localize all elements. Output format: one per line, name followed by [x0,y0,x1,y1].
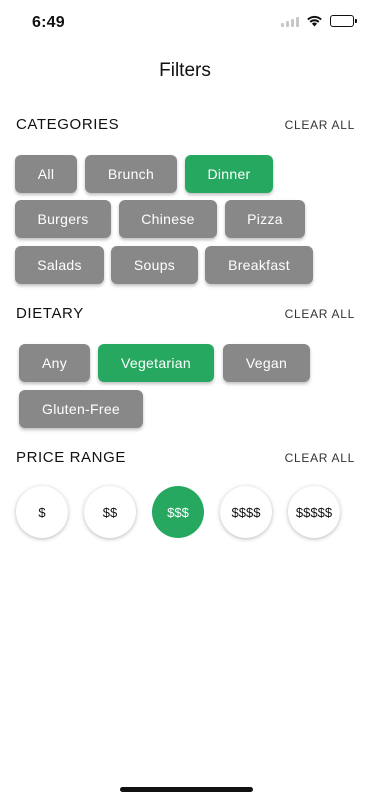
battery-icon [330,15,357,27]
price-option-3[interactable]: $$$ [152,486,204,538]
category-chip-burgers[interactable]: Burgers [15,200,111,238]
price-range-title: PRICE RANGE [16,449,126,466]
page-title: Filters [159,60,211,81]
category-chip-all[interactable]: All [15,155,77,193]
price-range-clear-all-button[interactable]: CLEAR ALL [285,451,355,465]
status-bar: 6:49 [0,0,370,46]
category-chip-soups[interactable]: Soups [111,246,198,284]
cellular-signal-icon [281,16,299,27]
status-time: 6:49 [32,14,65,31]
dietary-chip-any[interactable]: Any [19,344,90,382]
categories-clear-all-button[interactable]: CLEAR ALL [285,118,355,132]
dietary-chip-vegan[interactable]: Vegan [223,344,310,382]
status-icons [281,15,357,27]
price-option-2[interactable]: $$ [84,486,136,538]
price-range-header: PRICE RANGE CLEAR ALL [16,449,355,466]
category-chip-chinese[interactable]: Chinese [119,200,217,238]
category-chip-salads[interactable]: Salads [15,246,104,284]
home-indicator [120,787,253,792]
wifi-icon [307,15,322,27]
dietary-clear-all-button[interactable]: CLEAR ALL [285,307,355,321]
category-chip-pizza[interactable]: Pizza [225,200,305,238]
categories-header: CATEGORIES CLEAR ALL [16,116,355,133]
price-option-4[interactable]: $$$$ [220,486,272,538]
dietary-chip-vegetarian[interactable]: Vegetarian [98,344,214,382]
category-chip-breakfast[interactable]: Breakfast [205,246,313,284]
dietary-title: DIETARY [16,305,84,322]
categories-title: CATEGORIES [16,116,120,133]
price-option-5[interactable]: $$$$$ [288,486,340,538]
dietary-header: DIETARY CLEAR ALL [16,305,355,322]
dietary-chip-gluten-free[interactable]: Gluten-Free [19,390,143,428]
price-option-1[interactable]: $ [16,486,68,538]
category-chip-dinner[interactable]: Dinner [185,155,273,193]
category-chip-brunch[interactable]: Brunch [85,155,177,193]
